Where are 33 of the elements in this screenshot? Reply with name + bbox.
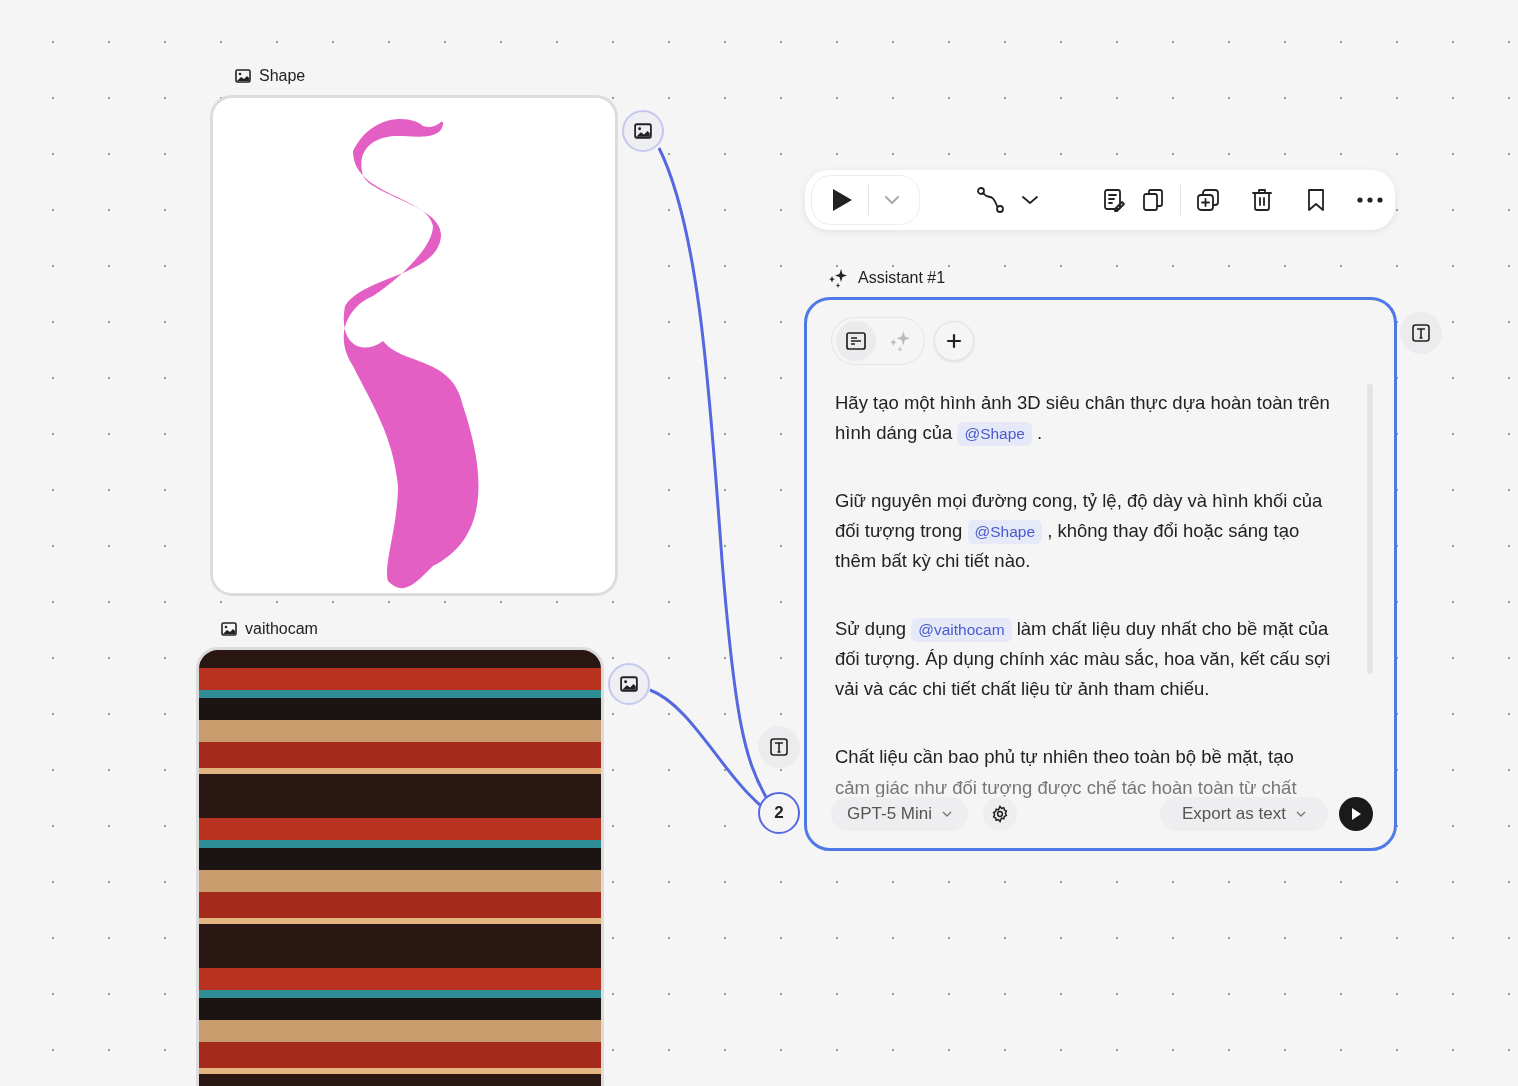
text-port-icon[interactable] [1400,312,1442,354]
assistant-title: Assistant #1 [858,268,946,288]
mention-tag[interactable]: @Shape [957,422,1032,446]
run-button[interactable] [1339,797,1373,831]
list-icon [846,332,866,350]
faded-prompt-text: cảm giác như đối tượng được chế tác hoàn toàn từ chất [835,778,1297,798]
image-node-card[interactable] [210,95,618,596]
prompt-paragraph: Sử dụng @vaithocam làm chất liệu duy nhất cho bề mặt của đối tượng. Áp dụng chính xác màu sắc, hoa văn, kết cấu sợi vải và các chi tiết chất liệu từ ảnh tham chiếu. [835,617,1332,701]
export-dropdown[interactable]: Export as text [1160,797,1328,831]
model-dropdown[interactable]: GPT-5 Mini [831,797,969,831]
add-button[interactable] [934,321,974,361]
image-port-icon[interactable] [608,663,650,705]
chevron-down-icon [942,811,953,817]
mention-tag[interactable]: @Shape [967,520,1043,544]
mention-tag[interactable]: @vaithocam [911,618,1012,642]
node-title: vaithocam [245,619,318,639]
prompt-paragraph: Giữ nguyên mọi đường cong, tỷ lệ, độ dày và hình khối của đối tượng trong @Shape , không thay đổi hoặc sáng tạo thêm bất kỳ chi tiết nào. [835,489,1324,573]
settings-icon[interactable] [983,797,1017,831]
image-icon [221,622,237,636]
chevron-down-icon [1295,811,1306,817]
play-icon [1350,807,1362,821]
image-port-icon[interactable] [622,110,664,152]
assistant-node-card[interactable] [804,297,1397,851]
input-count-badge[interactable]: 2 [758,792,800,834]
plus-icon [946,333,962,349]
sparkle-icon [828,268,848,288]
image-icon [235,69,251,83]
prompt-paragraph: Chất liệu cần bao phủ tự nhiên theo toàn bộ bề mặt, tạo [835,745,1295,769]
text-port-icon[interactable] [758,726,800,768]
node-title: Shape [259,66,306,86]
sparkle-icon [889,330,911,352]
text-mode-tab[interactable] [836,321,876,361]
prompt-paragraph: Hãy tạo một hình ảnh 3D siêu chân thực dựa hoàn toàn trên hình dáng của @Shape . [835,388,1335,448]
